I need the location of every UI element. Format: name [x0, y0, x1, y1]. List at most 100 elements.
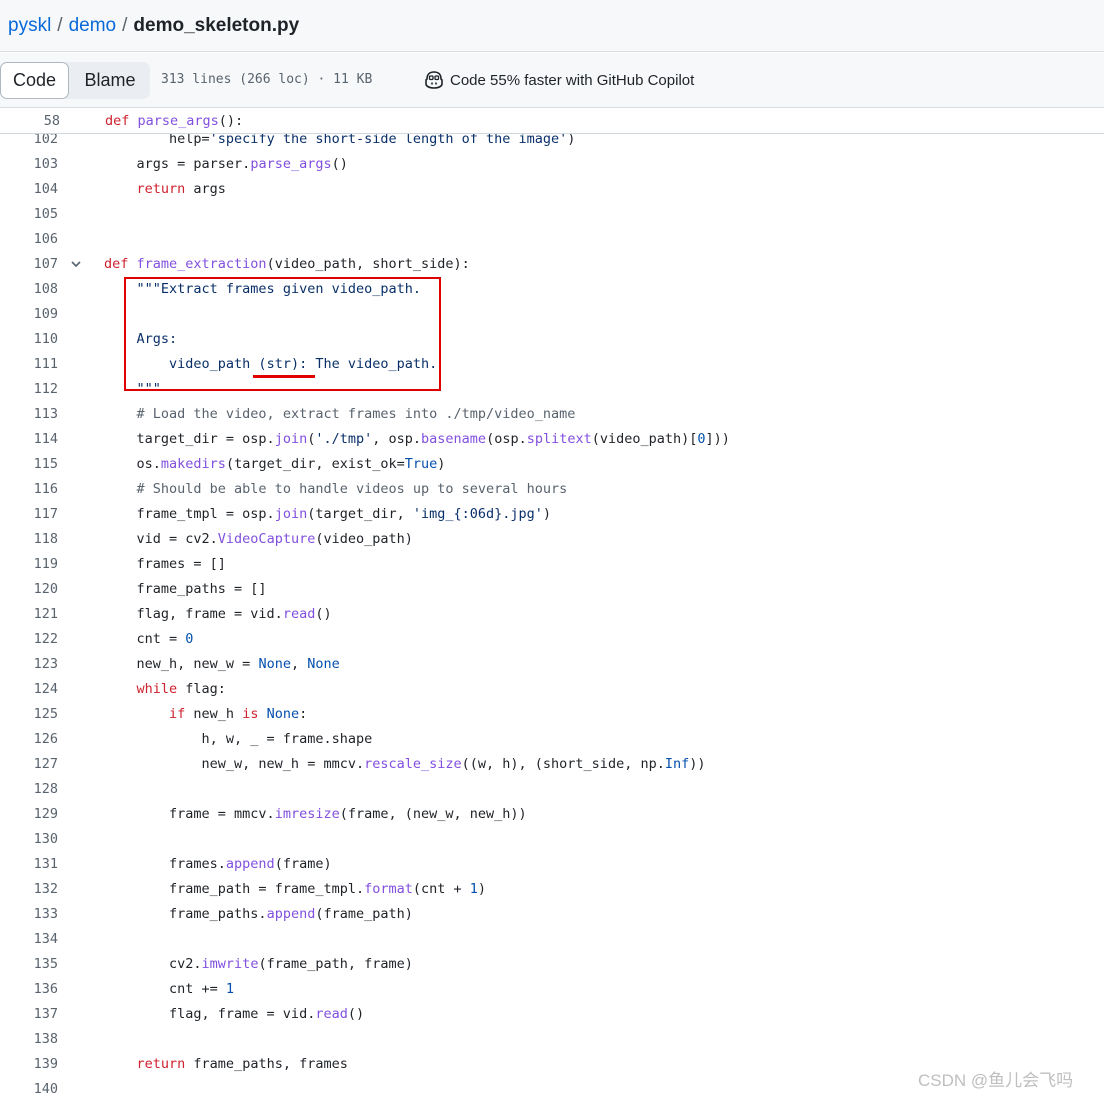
- copilot-promo-link[interactable]: Code 55% faster with GitHub Copilot: [424, 71, 694, 89]
- code-token: 0: [697, 431, 706, 447]
- line-number[interactable]: 115: [0, 452, 58, 477]
- code-text: cnt = 0: [104, 627, 194, 652]
- code-text: args = parser.parse_args(): [104, 152, 348, 177]
- line-number[interactable]: 132: [0, 877, 58, 902]
- code-token: if: [169, 706, 186, 722]
- docstring-highlight-box: [124, 277, 441, 391]
- line-number[interactable]: 124: [0, 677, 58, 702]
- line-number[interactable]: 128: [0, 777, 58, 802]
- line-number[interactable]: 118: [0, 527, 58, 552]
- line-number[interactable]: 105: [0, 202, 58, 227]
- code-text: frame_path = frame_tmpl.format(cnt + 1): [104, 877, 486, 902]
- code-token: ():: [218, 113, 244, 129]
- line-number[interactable]: 130: [0, 827, 58, 852]
- line-number[interactable]: 116: [0, 477, 58, 502]
- code-token: (video_path): [315, 531, 413, 547]
- file-toolbar: Code Blame 313 lines (266 loc) · 11 KB C…: [0, 53, 1104, 108]
- code-tab[interactable]: Code: [0, 62, 69, 99]
- line-number[interactable]: 127: [0, 752, 58, 777]
- line-number[interactable]: 123: [0, 652, 58, 677]
- line-number[interactable]: 121: [0, 602, 58, 627]
- code-token: format: [364, 881, 413, 897]
- line-number[interactable]: 129: [0, 802, 58, 827]
- code-line: 107 def frame_extraction(video_path, shor…: [0, 252, 1104, 277]
- line-number[interactable]: 113: [0, 402, 58, 427]
- code-token: args = parser.: [104, 156, 251, 172]
- code-token: new_h, new_w =: [104, 656, 259, 672]
- line-number[interactable]: 107: [0, 252, 58, 277]
- line-number[interactable]: 108: [0, 277, 58, 302]
- line-number[interactable]: 133: [0, 902, 58, 927]
- code-token: (target_dir, exist_ok=: [225, 456, 405, 472]
- code-text: # Load the video, extract frames into ./…: [104, 402, 576, 427]
- line-number[interactable]: 137: [0, 1002, 58, 1027]
- code-line: 124 while flag:: [0, 677, 1104, 702]
- code-token: ,: [290, 656, 308, 672]
- code-token: (frame): [274, 856, 332, 872]
- code-token: frame_paths.: [104, 906, 267, 922]
- code-token: None: [307, 656, 340, 672]
- line-number[interactable]: 104: [0, 177, 58, 202]
- line-number[interactable]: 134: [0, 927, 58, 952]
- line-number[interactable]: 135: [0, 952, 58, 977]
- breadcrumb-folder-link[interactable]: demo: [69, 15, 117, 37]
- line-number[interactable]: 136: [0, 977, 58, 1002]
- code-token: # Should be able to handle videos up to …: [136, 481, 568, 497]
- code-token: None: [266, 706, 300, 722]
- line-number[interactable]: 117: [0, 502, 58, 527]
- code-token: (video_path, short_side):: [266, 256, 470, 272]
- code-token: flag:: [177, 681, 226, 697]
- line-number[interactable]: 119: [0, 552, 58, 577]
- line-number[interactable]: 139: [0, 1052, 58, 1077]
- line-number[interactable]: 122: [0, 627, 58, 652]
- line-number[interactable]: 106: [0, 227, 58, 252]
- code-token: cnt =: [104, 631, 186, 647]
- code-token: new_h: [185, 706, 243, 722]
- type-hint-underline: [253, 375, 315, 378]
- code-token: frame = mmcv.: [104, 806, 275, 822]
- line-number[interactable]: 138: [0, 1027, 58, 1052]
- code-text: h, w, _ = frame.shape: [104, 727, 373, 752]
- line-number[interactable]: 110: [0, 327, 58, 352]
- code-line: 129 frame = mmcv.imresize(frame, (new_w,…: [0, 802, 1104, 827]
- code-token: 'img_{:06d}.jpg': [412, 506, 543, 522]
- breadcrumb-file-name: demo_skeleton.py: [133, 14, 300, 36]
- code-text: def frame_extraction(video_path, short_s…: [104, 252, 470, 277]
- code-text: return args: [104, 177, 226, 202]
- code-token: is: [242, 706, 259, 722]
- code-token: (frame_path): [315, 906, 413, 922]
- code-token: frame_paths = []: [104, 581, 267, 597]
- code-line: 127 new_w, new_h = mmcv.rescale_size((w,…: [0, 752, 1104, 777]
- code-token: parse_args: [137, 113, 219, 129]
- code-token: parse_args: [250, 156, 332, 172]
- breadcrumb-repo-link[interactable]: pyskl: [8, 15, 51, 37]
- code-line: 138: [0, 1027, 1104, 1052]
- line-number[interactable]: 120: [0, 577, 58, 602]
- code-line: 120 frame_paths = []: [0, 577, 1104, 602]
- code-text: frame_paths.append(frame_path): [104, 902, 413, 927]
- code-token: (): [331, 156, 348, 172]
- line-number[interactable]: 109: [0, 302, 58, 327]
- line-number[interactable]: 111: [0, 352, 58, 377]
- breadcrumb-separator: /: [57, 14, 63, 36]
- blame-tab[interactable]: Blame: [70, 62, 150, 99]
- code-token: 1: [469, 881, 478, 897]
- line-number[interactable]: 126: [0, 727, 58, 752]
- sticky-function-header[interactable]: 58 def parse_args():: [0, 109, 1104, 134]
- code-line: 105: [0, 202, 1104, 227]
- code-token: Inf: [664, 756, 690, 772]
- code-text: while flag:: [104, 677, 226, 702]
- line-number[interactable]: 131: [0, 852, 58, 877]
- code-text: os.makedirs(target_dir, exist_ok=True): [104, 452, 446, 477]
- line-number[interactable]: 103: [0, 152, 58, 177]
- line-number[interactable]: 114: [0, 427, 58, 452]
- code-text: # Should be able to handle videos up to …: [104, 477, 568, 502]
- code-text: vid = cv2.VideoCapture(video_path): [104, 527, 413, 552]
- code-token: (cnt +: [412, 881, 470, 897]
- line-number[interactable]: 112: [0, 377, 58, 402]
- copilot-icon: [425, 71, 443, 89]
- line-number[interactable]: 125: [0, 702, 58, 727]
- line-number[interactable]: 140: [0, 1077, 58, 1102]
